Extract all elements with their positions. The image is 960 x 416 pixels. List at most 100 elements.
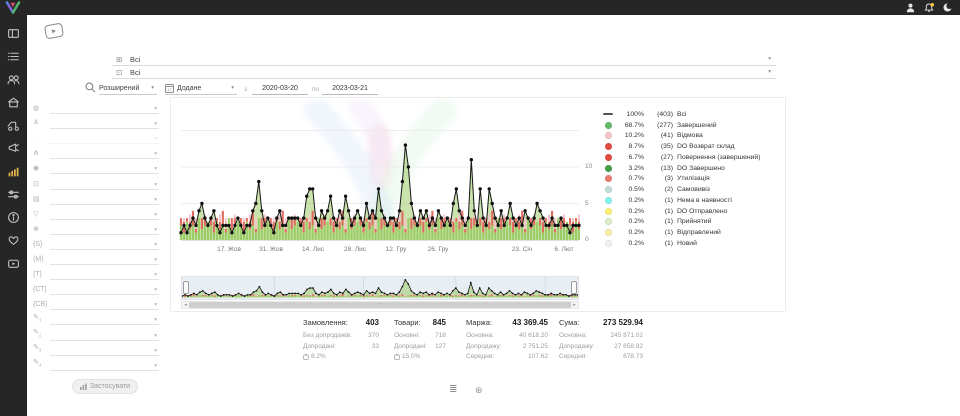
bar-chart-icon [80, 383, 87, 390]
marketing-icon [7, 142, 20, 155]
legend-percent: 0.2% [617, 218, 644, 225]
stat-title: Замовлення:403 [303, 318, 379, 331]
sidebar-item-integrations[interactable] [0, 183, 27, 206]
date-to-label: по [312, 86, 319, 93]
filter-size-m-select[interactable]: ▾ [50, 253, 159, 265]
filter-size-s-select[interactable]: ▾ [50, 238, 159, 250]
bell-icon[interactable] [924, 3, 934, 13]
date-type-select[interactable]: 17 Додане ▾ [165, 82, 237, 95]
legend-swatch [603, 175, 613, 182]
chevron-down-icon: ▾ [154, 197, 157, 203]
legend-item[interactable]: 10.2% (41) Відмова [603, 131, 783, 142]
legend-swatch [603, 197, 613, 204]
sidebar-item-info[interactable] [0, 206, 27, 229]
minimap-right-handle[interactable] [571, 281, 577, 294]
filter-source-select[interactable]: ▾ [50, 102, 159, 114]
customers-icon [7, 73, 20, 86]
chevron-down-icon: ▾ [154, 257, 157, 263]
product-box-icon: ⊡ [116, 68, 130, 77]
legend-item[interactable]: 3.2%(13)DO Завершено [603, 163, 783, 174]
filter-level-select[interactable]: ▾ [50, 117, 159, 129]
legend-percent: 8.7% [617, 143, 644, 150]
filter-product-select[interactable]: ▾ [50, 178, 159, 190]
stat-subrow: Середня:678.73 [559, 352, 643, 363]
category-filter[interactable]: ⊞ Всі ▾ [112, 53, 776, 66]
scroll-left-arrow[interactable]: ◂ [182, 302, 189, 308]
structure-icon: ⋔ [33, 148, 50, 159]
horizontal-scrollbar[interactable]: ◂ ··· ▸ [181, 301, 579, 309]
scroll-right-arrow[interactable]: ▸ [571, 302, 578, 308]
legend-percent: 0.5% [617, 186, 644, 193]
sidebar-item-analytics[interactable] [0, 160, 27, 183]
sidebar-item-support[interactable] [0, 229, 27, 252]
legend-label: DO Отправлено [677, 208, 727, 215]
sidebar-item-dashboard[interactable] [0, 22, 27, 45]
scrollbar-thumb[interactable]: ··· [189, 302, 571, 308]
stat-title: Товари:845 [394, 318, 446, 331]
legend-swatch [603, 218, 613, 225]
legend-item[interactable]: 68.7%(277)Завершений [603, 120, 783, 131]
chevron-down-icon: ▾ [768, 56, 771, 62]
chevron-down-icon: ▾ [154, 227, 157, 233]
sidebar-item-video-tutorials[interactable] [0, 252, 27, 275]
sidebar-item-customers[interactable] [0, 68, 27, 91]
legend-swatch [603, 122, 613, 129]
legend-label: Утилізація [677, 175, 710, 182]
filter-manager-select[interactable]: ▾ [50, 162, 159, 174]
sidebar-item-orders[interactable] [0, 45, 27, 68]
top-bar [0, 0, 960, 15]
legend-item[interactable]: 0.7%(3)Утилізація [603, 174, 783, 185]
minimap-left-handle[interactable] [183, 281, 189, 294]
legend-percent: 10.2% [617, 132, 644, 139]
date-from-input[interactable]: 2020-03-20 [252, 82, 308, 95]
category-filter-value: Всі [130, 55, 140, 64]
products-view-icon[interactable]: ⊛ [475, 385, 483, 396]
sidebar-item-delivery[interactable] [0, 114, 27, 137]
search-mode-select[interactable]: Розширений ▾ [99, 82, 157, 95]
chart-minimap[interactable] [181, 276, 579, 300]
product-filter[interactable]: ⊡ Всі ▾ [112, 66, 776, 79]
filter-payment-select[interactable]: ▾ [50, 193, 159, 205]
filter-structure-select[interactable]: ▾ [50, 147, 159, 159]
legend-label: Всі [677, 111, 686, 118]
theme-icon[interactable] [943, 3, 952, 12]
video-tutorials-icon [7, 257, 20, 270]
apply-button[interactable]: Застосувати [72, 379, 138, 394]
legend-item[interactable]: 0.5%(2)Самовивіз [603, 184, 783, 195]
filter-funnel-select[interactable]: ▾ [50, 208, 159, 220]
legend-swatch [603, 143, 613, 150]
legend-item[interactable]: 0.2%(1)Новий [603, 238, 783, 249]
legend-item[interactable]: 100%(403)Всі [603, 109, 783, 120]
integrations-icon [7, 188, 20, 201]
legend-item[interactable]: 0.2%(1)Відправлений [603, 227, 783, 238]
info-icon [7, 211, 20, 224]
stat-value: 845 [433, 318, 446, 327]
legend-label: Відмова [677, 132, 703, 139]
filter-row-size-t: {T}▾ [33, 266, 159, 280]
filter-size-t-select[interactable]: ▾ [50, 268, 159, 280]
legend-item[interactable]: 0.2%(1)DO Отправлено [603, 206, 783, 217]
search-icon[interactable] [85, 82, 96, 93]
sales-tag-icon[interactable] [44, 23, 64, 40]
app-logo [5, 1, 21, 14]
sidebar-item-marketing[interactable] [0, 137, 27, 160]
filter-region-select[interactable]: ▾ [50, 223, 159, 235]
table-view-icon[interactable]: ≣ [449, 384, 457, 395]
chevron-down-icon: ▾ [154, 242, 157, 248]
legend-item[interactable]: 6.7%(27)Повернення (завершений) [603, 152, 783, 163]
filter-status-select[interactable]: ▾ [50, 132, 159, 144]
legend-count: (41) [648, 132, 673, 139]
date-to-input[interactable]: 2023-03-21 [322, 82, 378, 95]
legend-item[interactable]: 0.2%(1)Прийнятий [603, 217, 783, 228]
stat-subrow: Основна:40 618.20 [466, 331, 548, 342]
legend-item[interactable]: 8.7%(35)DO Возврат склад [603, 141, 783, 152]
notification-badge [931, 3, 935, 7]
filter-size-sv-select[interactable]: ▾ [50, 298, 159, 310]
stat-column: Маржа:43 369.45Основна:40 618.20Допродаж… [466, 318, 548, 363]
legend-item[interactable]: 0.2%(1)Нема в наявності [603, 195, 783, 206]
legend-label: Завершений [677, 122, 717, 129]
user-icon[interactable] [906, 3, 915, 13]
filter-size-st-select[interactable]: ▾ [50, 283, 159, 295]
filter-row-status: ◌▾ [33, 130, 159, 144]
sidebar-item-store[interactable] [0, 91, 27, 114]
